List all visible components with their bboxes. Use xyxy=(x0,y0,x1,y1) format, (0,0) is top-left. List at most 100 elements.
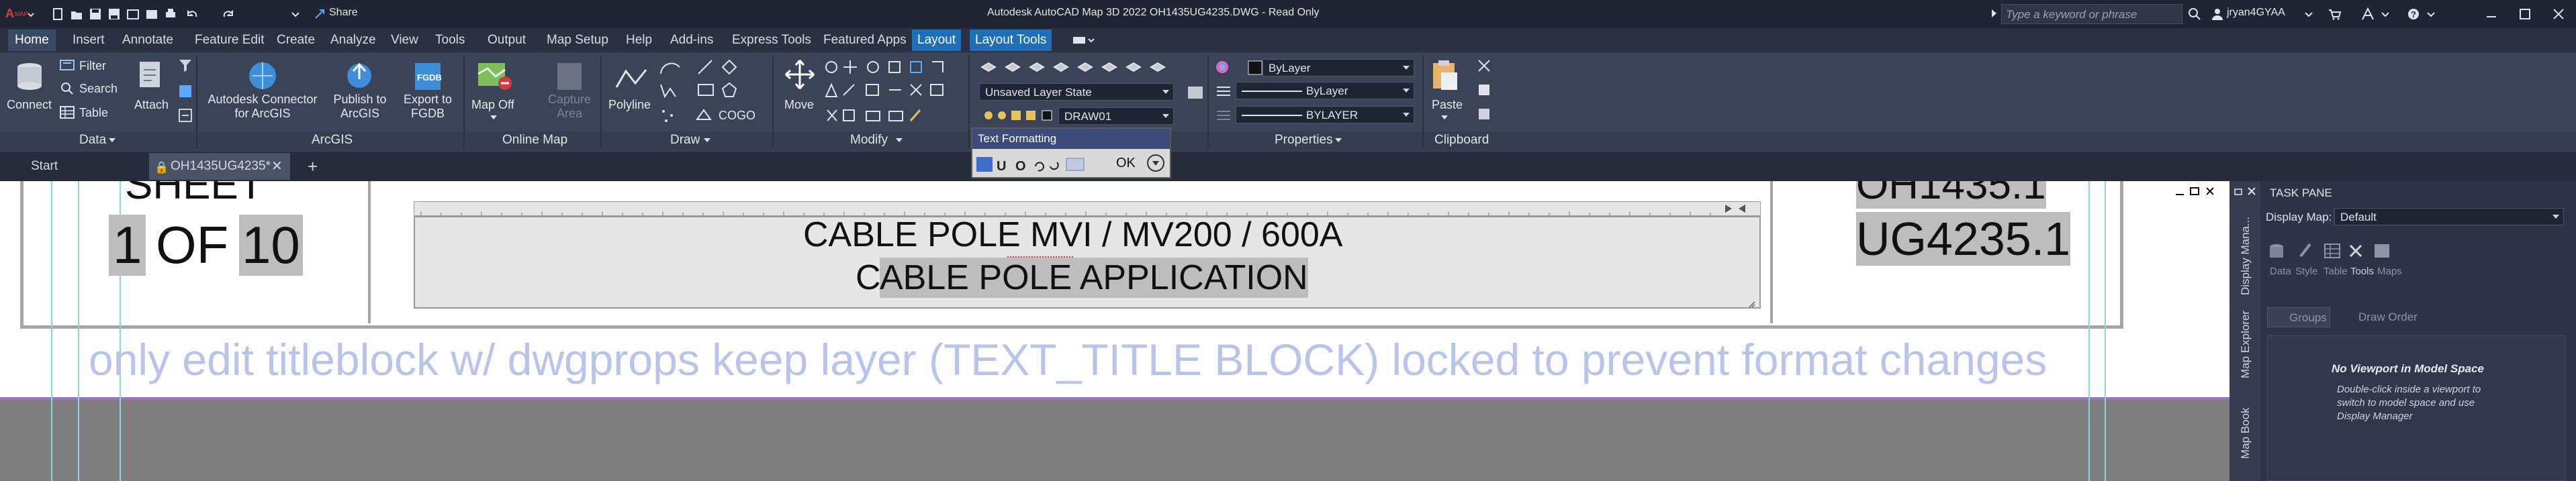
arc-icon[interactable] xyxy=(658,58,685,80)
drawing-canvas[interactable]: SHEET 1 OF 10 CABLE POLE MVI / MV200 / 6… xyxy=(0,181,2229,481)
polyline-button[interactable]: Polyline xyxy=(608,98,651,112)
search-icon[interactable] xyxy=(2188,7,2201,21)
app-logo-icon[interactable]: A MAP xyxy=(4,4,35,24)
publish-arcgis-button[interactable]: Publish to ArcGIS xyxy=(332,93,388,121)
customize-dropdown-icon[interactable] xyxy=(289,7,302,21)
display-map-select[interactable]: Default xyxy=(2334,208,2564,225)
attach-icon[interactable] xyxy=(134,58,167,96)
online-map-panel-title[interactable]: Online Map xyxy=(502,133,567,148)
groups-tab[interactable]: Groups xyxy=(2267,307,2330,327)
tab-express-tools[interactable]: Express Tools xyxy=(732,30,811,51)
description-line-1[interactable]: CABLE POLE MVI / MV200 / 600A xyxy=(803,215,1343,255)
map-off-dropdown-icon[interactable] xyxy=(490,115,497,119)
tab-home[interactable]: Home xyxy=(8,30,56,51)
layer-state-select[interactable]: Unsaved Layer State xyxy=(979,83,1174,101)
user-name[interactable]: jryan4GYAA xyxy=(2227,7,2285,19)
publish-arcgis-icon[interactable] xyxy=(342,59,376,96)
plot-icon[interactable] xyxy=(164,7,177,21)
paste-icon[interactable] xyxy=(1429,58,1460,96)
data-tool-1-icon[interactable] xyxy=(177,58,193,77)
layer-tools-icon[interactable] xyxy=(979,58,1194,80)
linetype-select[interactable]: ByLayer xyxy=(1236,82,1414,99)
polygon-icon[interactable] xyxy=(720,81,739,103)
description-line-2-selected[interactable]: ABLE POLE APPLICATION xyxy=(880,258,1308,298)
document-tab[interactable]: 🔒 OH1435UG4235* ✕ xyxy=(149,153,290,180)
cogo-button[interactable]: COGO xyxy=(719,109,755,123)
new-file-icon[interactable] xyxy=(51,7,64,21)
cart-icon[interactable] xyxy=(2328,7,2342,21)
viewport-controls[interactable] xyxy=(2173,185,2220,199)
map-off-icon[interactable] xyxy=(475,58,513,96)
cogo-icon[interactable] xyxy=(694,106,715,128)
draw-panel-title[interactable]: Draw xyxy=(670,133,700,148)
data-tool-2-icon[interactable] xyxy=(177,83,193,103)
save-as-icon[interactable] xyxy=(107,7,121,21)
data-tool-3-icon[interactable] xyxy=(177,107,193,127)
paste-dropdown-icon[interactable] xyxy=(1441,115,1448,119)
tab-insert[interactable]: Insert xyxy=(73,30,105,51)
capture-area-icon[interactable] xyxy=(555,60,584,96)
color-select[interactable]: ByLayer xyxy=(1262,59,1414,76)
connect-button[interactable]: Connect xyxy=(7,98,52,112)
task-tool-tools[interactable]: Tools xyxy=(2350,266,2374,277)
user-dropdown-icon[interactable] xyxy=(2302,7,2315,21)
data-panel-title[interactable]: Data xyxy=(79,133,106,148)
clipboard-panel-title[interactable]: Clipboard xyxy=(1434,133,1489,148)
table-button[interactable]: Table xyxy=(79,106,108,120)
vtab-map-book[interactable]: Map Book xyxy=(2239,407,2252,459)
paste-button[interactable]: Paste xyxy=(1432,98,1463,112)
search-expand-icon[interactable] xyxy=(1992,9,1996,17)
tab-map-setup[interactable]: Map Setup xyxy=(547,30,608,51)
ribbon-minimize-icon[interactable] xyxy=(1072,34,1097,47)
mtext-resize-handle[interactable] xyxy=(1747,299,1755,308)
modify-panel-title[interactable]: Modify xyxy=(850,133,888,148)
tab-layout[interactable]: Layout xyxy=(912,30,962,51)
text-formatting-title-bar[interactable]: Text Formatting xyxy=(972,129,1170,149)
task-pane-controls[interactable] xyxy=(2234,185,2260,199)
arcgis-panel-title[interactable]: ArcGIS xyxy=(312,133,353,148)
lineweight-icon[interactable] xyxy=(1214,107,1233,127)
ok-button[interactable]: OK xyxy=(1116,156,1136,171)
start-tab[interactable]: Start xyxy=(31,153,58,180)
tab-output[interactable]: Output xyxy=(488,30,526,51)
open-folder-icon[interactable] xyxy=(70,7,83,21)
tab-help[interactable]: Help xyxy=(626,30,652,51)
open-web-icon[interactable] xyxy=(126,7,140,21)
table-icon[interactable] xyxy=(59,105,75,124)
help-icon[interactable]: ? xyxy=(2407,7,2420,21)
tab-add-ins[interactable]: Add-ins xyxy=(670,30,713,51)
match-properties-icon[interactable] xyxy=(1214,59,1233,78)
vtab-display-manager[interactable]: Display Mana... xyxy=(2239,217,2252,295)
maximize-icon[interactable] xyxy=(2518,7,2532,21)
polyline-icon[interactable] xyxy=(614,63,649,96)
tab-feature-edit[interactable]: Feature Edit xyxy=(195,30,265,51)
move-button[interactable]: Move xyxy=(784,98,814,112)
tab-featured-apps[interactable]: Featured Apps xyxy=(823,30,907,51)
share-button[interactable]: Share xyxy=(329,7,358,19)
help-search-input[interactable]: Type a keyword or phrase xyxy=(2001,4,2182,24)
tab-tools[interactable]: Tools xyxy=(435,30,465,51)
filter-icon[interactable] xyxy=(59,58,75,77)
draw-order-tab[interactable]: Draw Order xyxy=(2340,307,2427,327)
description-line-2-first[interactable]: C xyxy=(856,258,881,298)
connect-database-icon[interactable] xyxy=(13,60,46,96)
modify-tool-2-icon[interactable] xyxy=(823,81,951,103)
tab-view[interactable]: View xyxy=(391,30,418,51)
arcgis-connector-icon[interactable] xyxy=(246,59,279,96)
close-window-icon[interactable] xyxy=(2552,7,2565,21)
layer-props-icon[interactable] xyxy=(1186,85,1205,104)
draw-panel-dropdown-icon[interactable] xyxy=(704,138,710,142)
text-formatting-buttons[interactable]: UO OK xyxy=(975,153,1170,176)
capture-area-button[interactable]: Capture Area xyxy=(544,93,595,121)
close-tab-icon[interactable]: ✕ xyxy=(271,153,283,180)
rectangle-icon[interactable] xyxy=(696,81,716,103)
save-icon[interactable] xyxy=(89,7,102,21)
share-icon[interactable] xyxy=(313,7,326,21)
tab-annotate[interactable]: Annotate xyxy=(122,30,173,51)
tab-layout-tools[interactable]: Layout Tools xyxy=(970,30,1052,51)
tab-analyze[interactable]: Analyze xyxy=(330,30,376,51)
search-button[interactable]: Search xyxy=(79,82,118,96)
attach-button[interactable]: Attach xyxy=(134,98,169,112)
export-fgdb-icon[interactable]: FGDB xyxy=(411,59,445,96)
properties-panel-dropdown-icon[interactable] xyxy=(1335,138,1342,142)
